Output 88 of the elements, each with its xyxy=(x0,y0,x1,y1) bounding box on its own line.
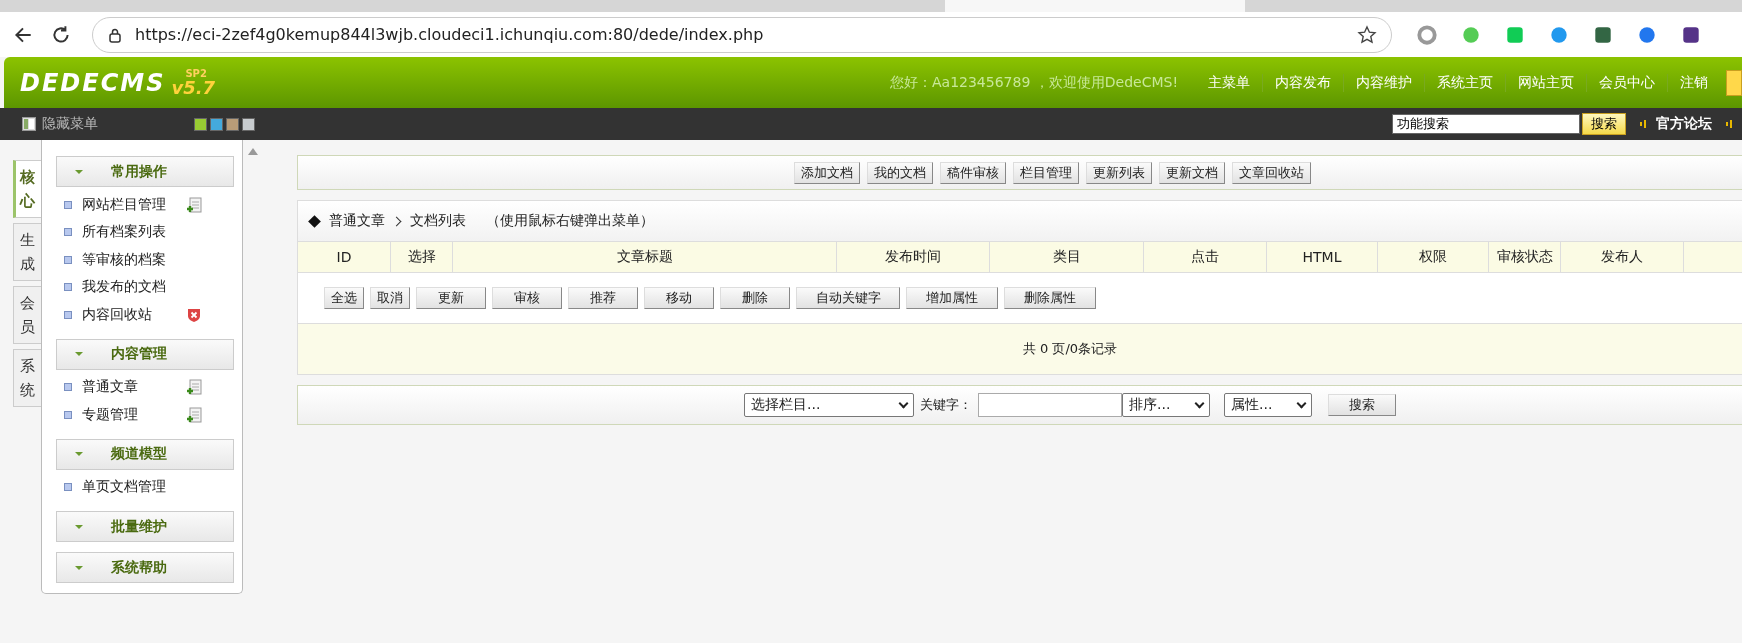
menu-group-header[interactable]: 常用操作 xyxy=(56,156,234,187)
toolbar-button[interactable]: 更新文档 xyxy=(1158,161,1225,184)
skin-swatch[interactable] xyxy=(226,117,239,131)
keyword-label: 关键字： xyxy=(920,396,972,414)
bullet-icon xyxy=(64,310,72,319)
bullet-icon xyxy=(64,255,72,264)
caret-icon xyxy=(75,169,83,174)
menu-group-header[interactable]: 系统帮助 xyxy=(56,552,234,583)
add-document-icon[interactable] xyxy=(186,196,202,213)
bullet-icon xyxy=(64,283,72,292)
bullet-icon xyxy=(64,200,72,209)
logo: DEDECMS xyxy=(20,68,166,97)
bullet-icon xyxy=(64,410,72,419)
side-tab[interactable]: 会员 xyxy=(13,286,41,344)
caret-icon xyxy=(75,565,83,570)
category-select[interactable]: 选择栏目... xyxy=(744,393,914,417)
bullet-icon xyxy=(64,228,72,237)
action-button[interactable]: 移动 xyxy=(644,287,714,309)
column-header: 发布人 xyxy=(1561,242,1684,272)
menu-item[interactable]: 普通文章 xyxy=(82,378,186,397)
search-button[interactable]: 搜索 xyxy=(1328,394,1396,416)
url-text: https://eci-2zef4g0kemup844l3wjb.cloudeci1.ichunqiu.com:80/dede/index.php xyxy=(135,25,764,44)
menu-item[interactable]: 网站栏目管理 xyxy=(82,195,186,214)
menu-item[interactable]: 我发布的文档 xyxy=(82,278,186,297)
menu-group-header[interactable]: 批量维护 xyxy=(56,511,234,542)
column-header: 发布时间 xyxy=(837,242,990,272)
keyword-field[interactable] xyxy=(978,393,1122,417)
breadcrumb-current: 文档列表 xyxy=(410,212,466,230)
bullet-icon xyxy=(64,483,72,492)
menu-item[interactable]: 所有档案列表 xyxy=(82,223,186,242)
column-header: HTML xyxy=(1267,242,1378,272)
side-tab[interactable]: 系统 xyxy=(13,349,41,407)
scroll-up-icon[interactable] xyxy=(248,148,258,155)
column-header: 审核状态 xyxy=(1489,242,1561,272)
action-button[interactable]: 自动关键字 xyxy=(796,287,900,309)
toolbar-button[interactable]: 我的文档 xyxy=(866,161,933,184)
toolbar-button[interactable]: 更新列表 xyxy=(1085,161,1152,184)
bullet-icon xyxy=(64,383,72,392)
toolbar-button[interactable]: 栏目管理 xyxy=(1012,161,1079,184)
column-header: 文章标题 xyxy=(453,242,837,272)
breadcrumb-link[interactable]: 普通文章 xyxy=(329,212,385,230)
menu-item[interactable]: 专题管理 xyxy=(82,405,186,424)
hide-menu-link[interactable]: 隐藏菜单 xyxy=(42,115,98,133)
search-button[interactable]: 搜索 xyxy=(1582,113,1626,135)
column-header: 权限 xyxy=(1378,242,1489,272)
caret-icon xyxy=(75,352,83,356)
attribute-select[interactable]: 属性... xyxy=(1224,393,1312,417)
menu-item[interactable]: 内容回收站 xyxy=(82,305,186,324)
hint-text: （使用鼠标右键弹出菜单） xyxy=(486,212,654,230)
action-button[interactable]: 更新 xyxy=(416,287,486,309)
function-search-field[interactable]: 功能搜索 xyxy=(1392,114,1580,134)
action-button[interactable]: 删除 xyxy=(720,287,790,309)
column-header: 点击 xyxy=(1144,242,1267,272)
side-tab[interactable]: 核心 xyxy=(13,160,41,218)
caret-icon xyxy=(75,524,83,529)
menu-item[interactable]: 单页文档管理 xyxy=(82,478,186,497)
skin-swatch[interactable] xyxy=(242,117,255,131)
pager-text: 共 0 页/0条记录 xyxy=(1022,340,1118,358)
forum-link[interactable]: 官方论坛 xyxy=(1656,115,1712,133)
column-header: 类目 xyxy=(990,242,1144,272)
delete-shield-icon[interactable] xyxy=(186,306,202,323)
action-button[interactable]: 审核 xyxy=(492,287,562,309)
skin-swatch[interactable] xyxy=(210,117,223,131)
edition-label: SP2 xyxy=(185,68,208,79)
menu-item[interactable]: 等审核的档案 xyxy=(82,250,186,269)
skin-swatch[interactable] xyxy=(194,117,207,131)
sort-select[interactable]: 排序... xyxy=(1122,393,1210,417)
action-button[interactable]: 推荐 xyxy=(568,287,638,309)
column-header: ID xyxy=(298,242,391,272)
add-document-icon[interactable] xyxy=(186,379,202,396)
action-button[interactable]: 删除属性 xyxy=(1004,287,1096,309)
caret-icon xyxy=(75,452,83,456)
greeting-text: 您好：Aa123456789 ，欢迎使用DedeCMS! xyxy=(889,73,1178,92)
column-header: 选择 xyxy=(391,242,453,272)
toolbar-button[interactable]: 稿件审核 xyxy=(939,161,1006,184)
menu-group-header[interactable]: 频道模型 xyxy=(56,438,234,470)
version-label: v5.7 xyxy=(171,78,216,97)
action-button[interactable]: 全选 xyxy=(324,287,364,309)
menu-group-header[interactable]: 内容管理 xyxy=(56,338,234,370)
action-button[interactable]: 增加属性 xyxy=(906,287,998,309)
star-icon[interactable] xyxy=(1357,24,1377,45)
side-tab[interactable]: 生成 xyxy=(13,223,41,281)
lock-icon[interactable] xyxy=(107,26,123,43)
add-document-icon[interactable] xyxy=(186,406,202,423)
action-button[interactable]: 取消 xyxy=(370,287,410,309)
panel-icon[interactable] xyxy=(22,117,36,131)
toolbar-button[interactable]: 文章回收站 xyxy=(1231,161,1311,184)
toolbar-button[interactable]: 添加文档 xyxy=(793,161,860,184)
